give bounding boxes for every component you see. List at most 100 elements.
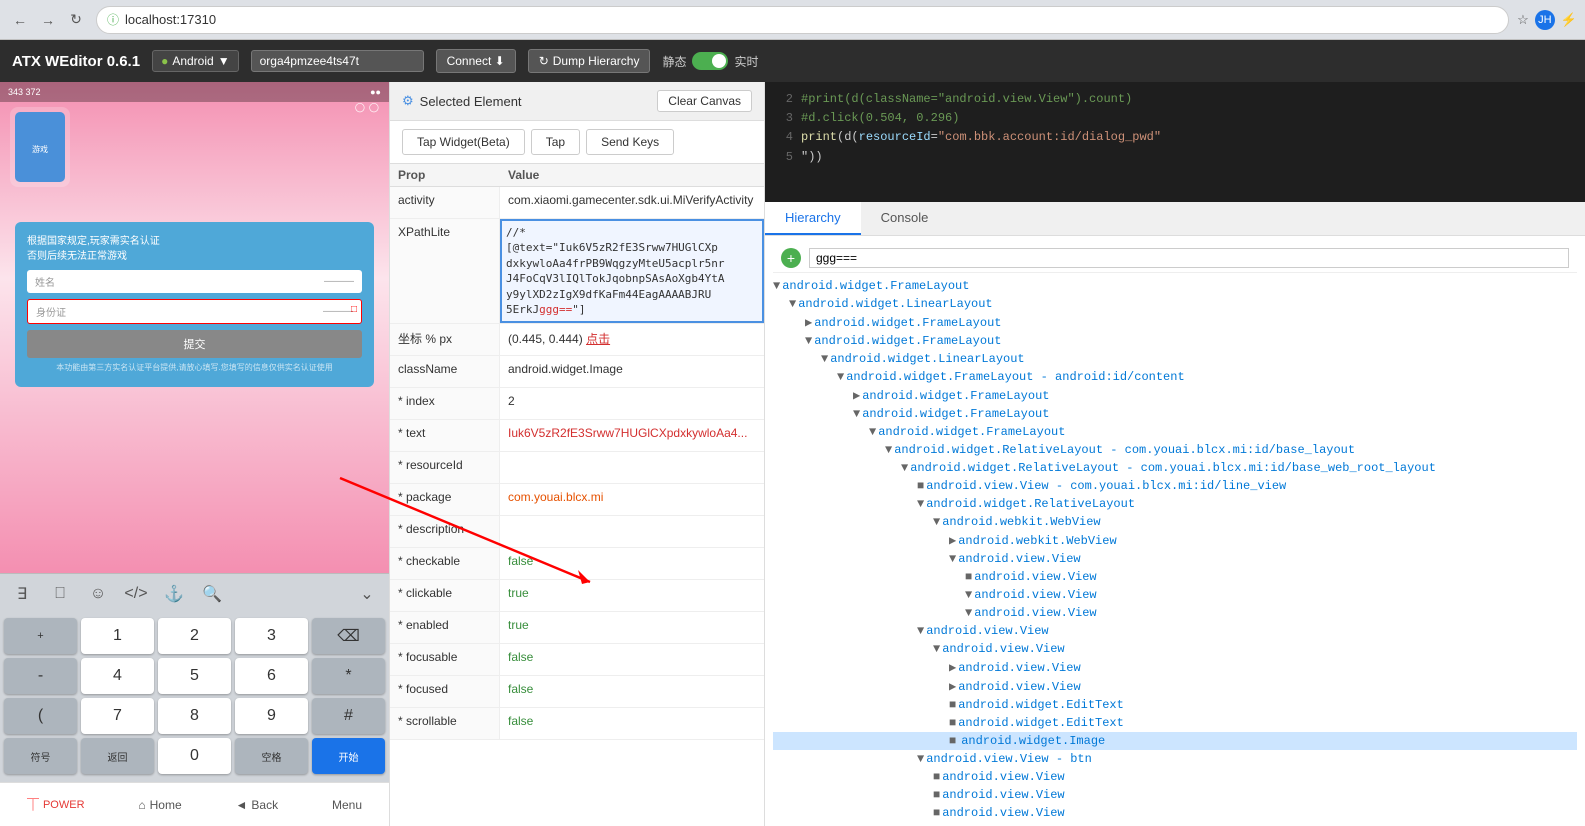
hier-node-20[interactable]: ▼android.view.View xyxy=(773,640,1577,658)
kb-code-icon[interactable]: </> xyxy=(120,578,152,610)
code-editor[interactable]: 2 #print(d(className="android.view.View"… xyxy=(765,82,1585,202)
hier-node-8[interactable]: ▼android.widget.FrameLayout xyxy=(773,423,1577,441)
hier-node-23[interactable]: ■android.widget.EditText xyxy=(773,696,1577,714)
hier-node-24[interactable]: ■android.widget.EditText xyxy=(773,714,1577,732)
hierarchy-search-input[interactable] xyxy=(809,248,1569,268)
mode-toggle[interactable] xyxy=(692,52,728,70)
hier-node-18[interactable]: ▼android.view.View xyxy=(773,604,1577,622)
send-keys-button[interactable]: Send Keys xyxy=(586,129,674,155)
prop-row-description: * description xyxy=(390,516,764,548)
address-bar[interactable]: ⓘ localhost:17310 xyxy=(96,6,1509,34)
hierarchy-add-button[interactable]: + xyxy=(781,248,801,268)
hier-node-15[interactable]: ▼android.view.View xyxy=(773,550,1577,568)
kb-4-key[interactable]: 4 xyxy=(81,658,154,694)
kb-keyboard-icon[interactable]: ⎕ xyxy=(44,578,76,610)
menu-button[interactable]: Menu xyxy=(320,794,374,816)
kb-8-key[interactable]: 8 xyxy=(158,698,231,734)
hier-node-27[interactable]: ■android.view.View xyxy=(773,768,1577,786)
collapse-icon: ▼ xyxy=(773,279,780,293)
hier-node-1[interactable]: ▼android.widget.LinearLayout xyxy=(773,295,1577,313)
hier-node-16[interactable]: ■android.view.View xyxy=(773,568,1577,586)
kb-grid-icon[interactable]: ∃ xyxy=(6,578,38,610)
star-icon[interactable]: ☆ xyxy=(1517,12,1529,28)
hier-node-3[interactable]: ▼android.widget.FrameLayout xyxy=(773,332,1577,350)
kb-6-key[interactable]: 6 xyxy=(235,658,308,694)
refresh-button[interactable]: ↻ xyxy=(64,8,88,32)
hier-node-6[interactable]: ▶android.widget.FrameLayout xyxy=(773,386,1577,405)
tap-button[interactable]: Tap xyxy=(531,129,580,155)
hier-node-4[interactable]: ▼android.widget.LinearLayout xyxy=(773,350,1577,368)
kb-back-key[interactable]: 返回 xyxy=(81,738,154,774)
hier-node-11[interactable]: ■android.view.View - com.youai.blcx.mi:i… xyxy=(773,477,1577,495)
phone-dialog: 根据国家规定,玩家需实名认证 否则后续无法正常游戏 姓名 ——— 身份证 ———… xyxy=(15,222,374,387)
node-text-25: android.widget.Image xyxy=(958,733,1108,749)
hier-node-10[interactable]: ▼android.widget.RelativeLayout - com.you… xyxy=(773,459,1577,477)
hier-node-25[interactable]: ■android.widget.Image xyxy=(773,732,1577,750)
prop-row-resourceid: * resourceId xyxy=(390,452,764,484)
node-text-12: android.widget.RelativeLayout xyxy=(926,497,1135,511)
kb-plus-key[interactable]: + xyxy=(4,618,77,654)
device-id-input[interactable] xyxy=(251,50,424,72)
submit-button-phone[interactable]: 提交 xyxy=(27,330,362,358)
hier-node-29[interactable]: ■android.view.View xyxy=(773,804,1577,822)
hier-node-28[interactable]: ■android.view.View xyxy=(773,786,1577,804)
name-field-value: ——— xyxy=(324,276,354,287)
hier-node-2[interactable]: ▶android.widget.FrameLayout xyxy=(773,313,1577,332)
prop-row-coords: 坐标 % px (0.445, 0.444) 点击 xyxy=(390,324,764,356)
tab-console[interactable]: Console xyxy=(861,202,949,235)
power-button[interactable]: ⏉ POWER xyxy=(15,792,97,817)
back-nav-button[interactable]: ◄ Back xyxy=(224,794,291,816)
refresh-icon: ↻ xyxy=(539,54,549,68)
kb-1-key[interactable]: 1 xyxy=(81,618,154,654)
profile-icon[interactable]: JH xyxy=(1535,10,1555,30)
kb-lparen-key[interactable]: ( xyxy=(4,698,77,734)
tabs-bar: Hierarchy Console xyxy=(765,202,1585,236)
hier-root[interactable]: ▼android.widget.FrameLayout xyxy=(773,277,1577,295)
hier-node-13[interactable]: ▼android.webkit.WebView xyxy=(773,513,1577,531)
hier-node-19[interactable]: ▼android.view.View xyxy=(773,622,1577,640)
connect-button[interactable]: Connect ⬇ xyxy=(436,49,516,73)
hier-node-26[interactable]: ▼android.view.View - btn xyxy=(773,750,1577,768)
kb-emoji-icon[interactable]: ☺ xyxy=(82,578,114,610)
hier-node-17[interactable]: ▼android.view.View xyxy=(773,586,1577,604)
hier-node-9[interactable]: ▼android.widget.RelativeLayout - com.you… xyxy=(773,441,1577,459)
name-field[interactable]: 姓名 ——— xyxy=(27,270,362,293)
hier-node-7[interactable]: ▼android.widget.FrameLayout xyxy=(773,405,1577,423)
id-field[interactable]: 身份证 ——— □ xyxy=(27,299,362,324)
hier-node-21[interactable]: ▶android.view.View xyxy=(773,658,1577,677)
android-select[interactable]: ● Android ▼ xyxy=(152,50,239,72)
dump-hierarchy-button[interactable]: ↻ Dump Hierarchy xyxy=(528,49,651,73)
hier-node-14[interactable]: ▶android.webkit.WebView xyxy=(773,531,1577,550)
extension-icon[interactable]: ⚡ xyxy=(1561,12,1577,28)
hier-node-5[interactable]: ▼android.widget.FrameLayout - android:id… xyxy=(773,368,1577,386)
collapse-icon-12: ▼ xyxy=(917,497,924,511)
prop-value-coords: (0.445, 0.444) 点击 xyxy=(500,324,764,355)
tab-hierarchy[interactable]: Hierarchy xyxy=(765,202,861,235)
forward-button[interactable]: → xyxy=(36,8,60,32)
kb-3-key[interactable]: 3 xyxy=(235,618,308,654)
kb-link-icon[interactable]: ⚓ xyxy=(158,578,190,610)
kb-5-key[interactable]: 5 xyxy=(158,658,231,694)
hier-node-12[interactable]: ▼android.widget.RelativeLayout xyxy=(773,495,1577,513)
prop-value-xpathlite[interactable]: //*[@text="Iuk6V5zR2fE3Srww7HUGlCXpdxkyw… xyxy=(500,219,764,323)
kb-expand-icon[interactable]: ⌄ xyxy=(351,578,383,610)
home-button[interactable]: ⌂ Home xyxy=(126,794,193,816)
kb-2-key[interactable]: 2 xyxy=(158,618,231,654)
kb-9-key[interactable]: 9 xyxy=(235,698,308,734)
kb-0-key[interactable]: 0 xyxy=(158,738,231,774)
kb-hash-key[interactable]: # xyxy=(312,698,385,734)
leaf-icon-29: ■ xyxy=(933,806,940,820)
kb-backspace-key[interactable]: ⌫ xyxy=(312,618,385,654)
kb-sym-key[interactable]: 符号 xyxy=(4,738,77,774)
kb-search-icon[interactable]: 🔍 xyxy=(196,578,228,610)
hier-node-22[interactable]: ▶android.view.View xyxy=(773,677,1577,696)
kb-7-key[interactable]: 7 xyxy=(81,698,154,734)
tap-widget-button[interactable]: Tap Widget(Beta) xyxy=(402,129,525,155)
kb-minus-key[interactable]: - xyxy=(4,658,77,694)
kb-space-key[interactable]: 空格 xyxy=(235,738,308,774)
kb-start-key[interactable]: 开始 xyxy=(312,738,385,774)
clear-canvas-button[interactable]: Clear Canvas xyxy=(657,90,752,112)
back-button[interactable]: ← xyxy=(8,8,32,32)
collapse-icon-26: ▼ xyxy=(917,752,924,766)
kb-star-key[interactable]: * xyxy=(312,658,385,694)
